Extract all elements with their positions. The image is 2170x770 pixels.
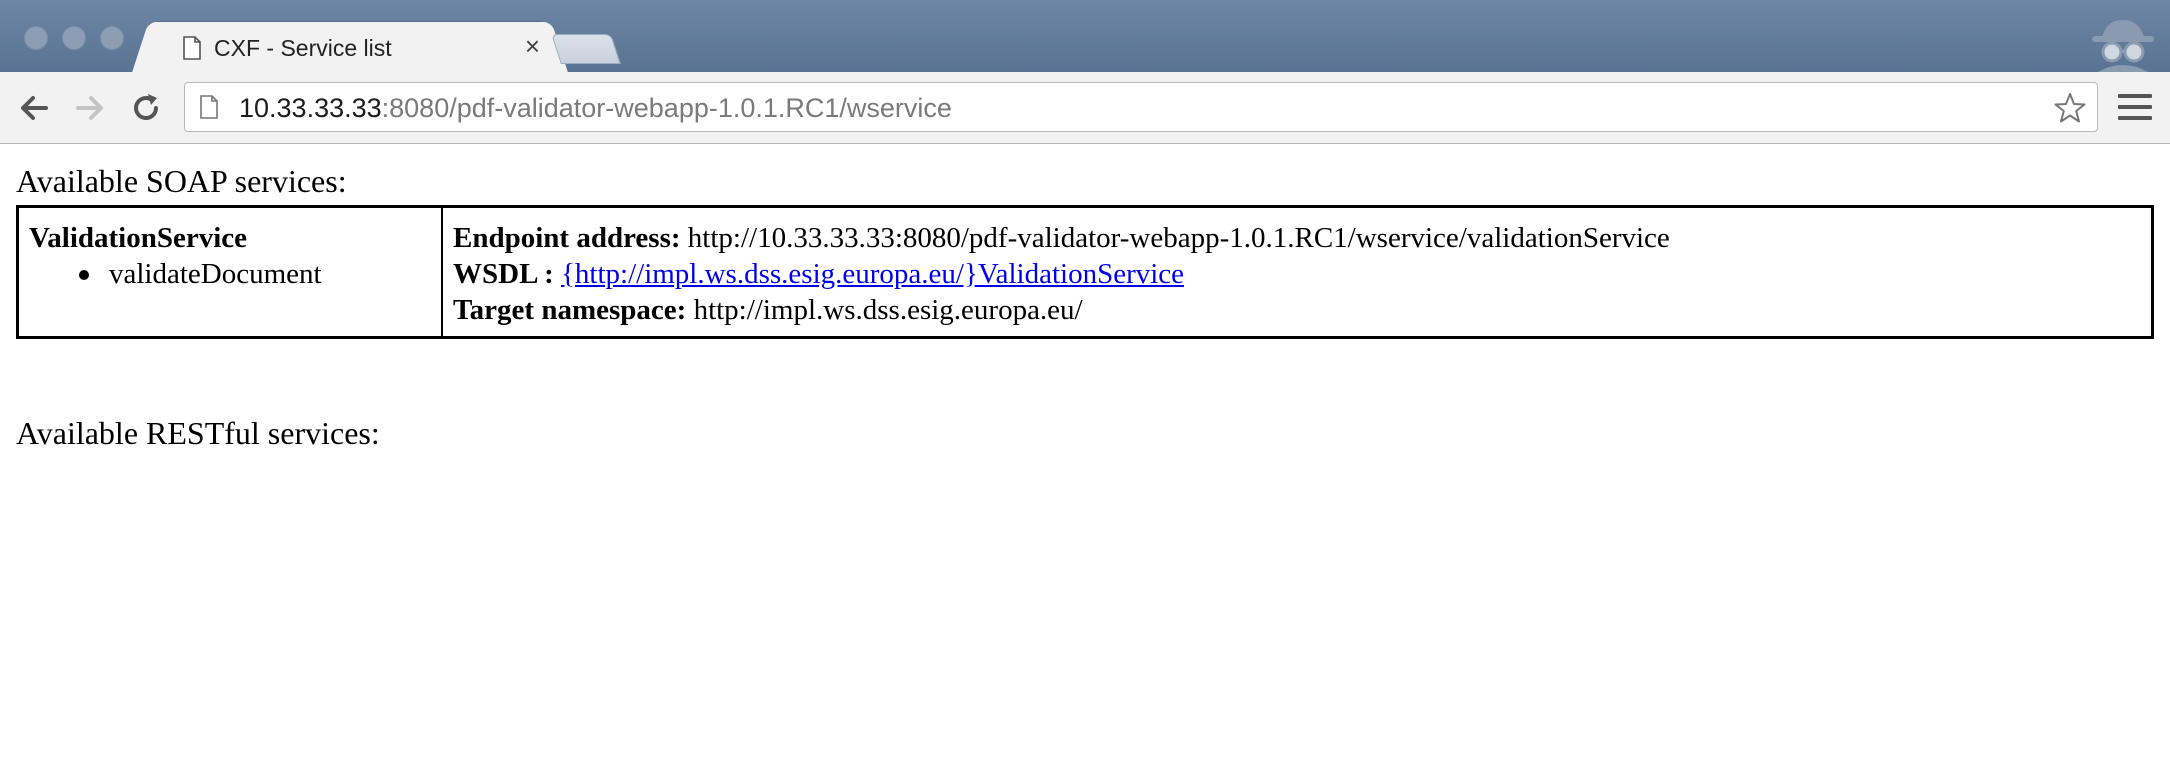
- incognito-icon: [2092, 20, 2154, 72]
- browser-tab-active[interactable]: CXF - Service list ×: [150, 22, 550, 74]
- page-content: Available SOAP services: ValidationServi…: [0, 145, 2170, 770]
- url-path: :8080/pdf-validator-webapp-1.0.1.RC1/wse…: [381, 93, 952, 123]
- endpoint-address: http://10.33.33.33:8080/pdf-validator-we…: [687, 222, 1670, 254]
- namespace-label: Target namespace:: [453, 294, 687, 326]
- url-host: 10.33.33.33: [239, 93, 382, 123]
- endpoint-label: Endpoint address:: [453, 222, 681, 254]
- page-info-icon[interactable]: [199, 95, 219, 119]
- service-name-cell: ValidationService validateDocument: [19, 208, 443, 336]
- forward-arrow-icon[interactable]: [72, 90, 108, 126]
- wsdl-row: WSDL : {http://impl.ws.dss.esig.europa.e…: [453, 256, 2141, 292]
- operation-list-item: validateDocument: [29, 256, 431, 292]
- window-zoom-button[interactable]: [100, 26, 124, 50]
- tab-close-icon[interactable]: ×: [525, 32, 540, 60]
- star-icon[interactable]: [2053, 91, 2087, 125]
- address-bar[interactable]: 10.33.33.33:8080/pdf-validator-webapp-1.…: [184, 82, 2098, 132]
- window-minimize-button[interactable]: [62, 26, 86, 50]
- endpoint-row: Endpoint address: http://10.33.33.33:808…: [453, 220, 2141, 256]
- back-arrow-icon[interactable]: [16, 90, 52, 126]
- soap-services-heading: Available SOAP services:: [16, 163, 347, 199]
- reload-icon[interactable]: [128, 90, 164, 126]
- window-close-button[interactable]: [24, 26, 48, 50]
- url-text[interactable]: 10.33.33.33:8080/pdf-validator-webapp-1.…: [239, 93, 952, 124]
- browser-titlebar: CXF - Service list ×: [0, 0, 2170, 74]
- wsdl-label: WSDL :: [453, 258, 554, 290]
- hamburger-menu-icon[interactable]: [2118, 94, 2152, 124]
- target-namespace: http://impl.ws.dss.esig.europa.eu/: [693, 294, 1083, 326]
- soap-services-table: ValidationService validateDocument Endpo…: [16, 205, 2154, 339]
- browser-toolbar: 10.33.33.33:8080/pdf-validator-webapp-1.…: [0, 72, 2170, 144]
- new-tab-button[interactable]: [551, 34, 621, 64]
- operation-name: validateDocument: [109, 258, 322, 290]
- tab-title: CXF - Service list: [214, 35, 392, 61]
- service-name: ValidationService: [29, 222, 248, 254]
- wsdl-link[interactable]: {http://impl.ws.dss.esig.europa.eu/}Vali…: [561, 258, 1184, 290]
- restful-services-heading: Available RESTful services:: [16, 415, 380, 451]
- page-icon: [183, 36, 201, 60]
- namespace-row: Target namespace: http://impl.ws.dss.esi…: [453, 292, 2141, 328]
- bullet-icon: [79, 270, 89, 280]
- service-details-cell: Endpoint address: http://10.33.33.33:808…: [443, 208, 2151, 336]
